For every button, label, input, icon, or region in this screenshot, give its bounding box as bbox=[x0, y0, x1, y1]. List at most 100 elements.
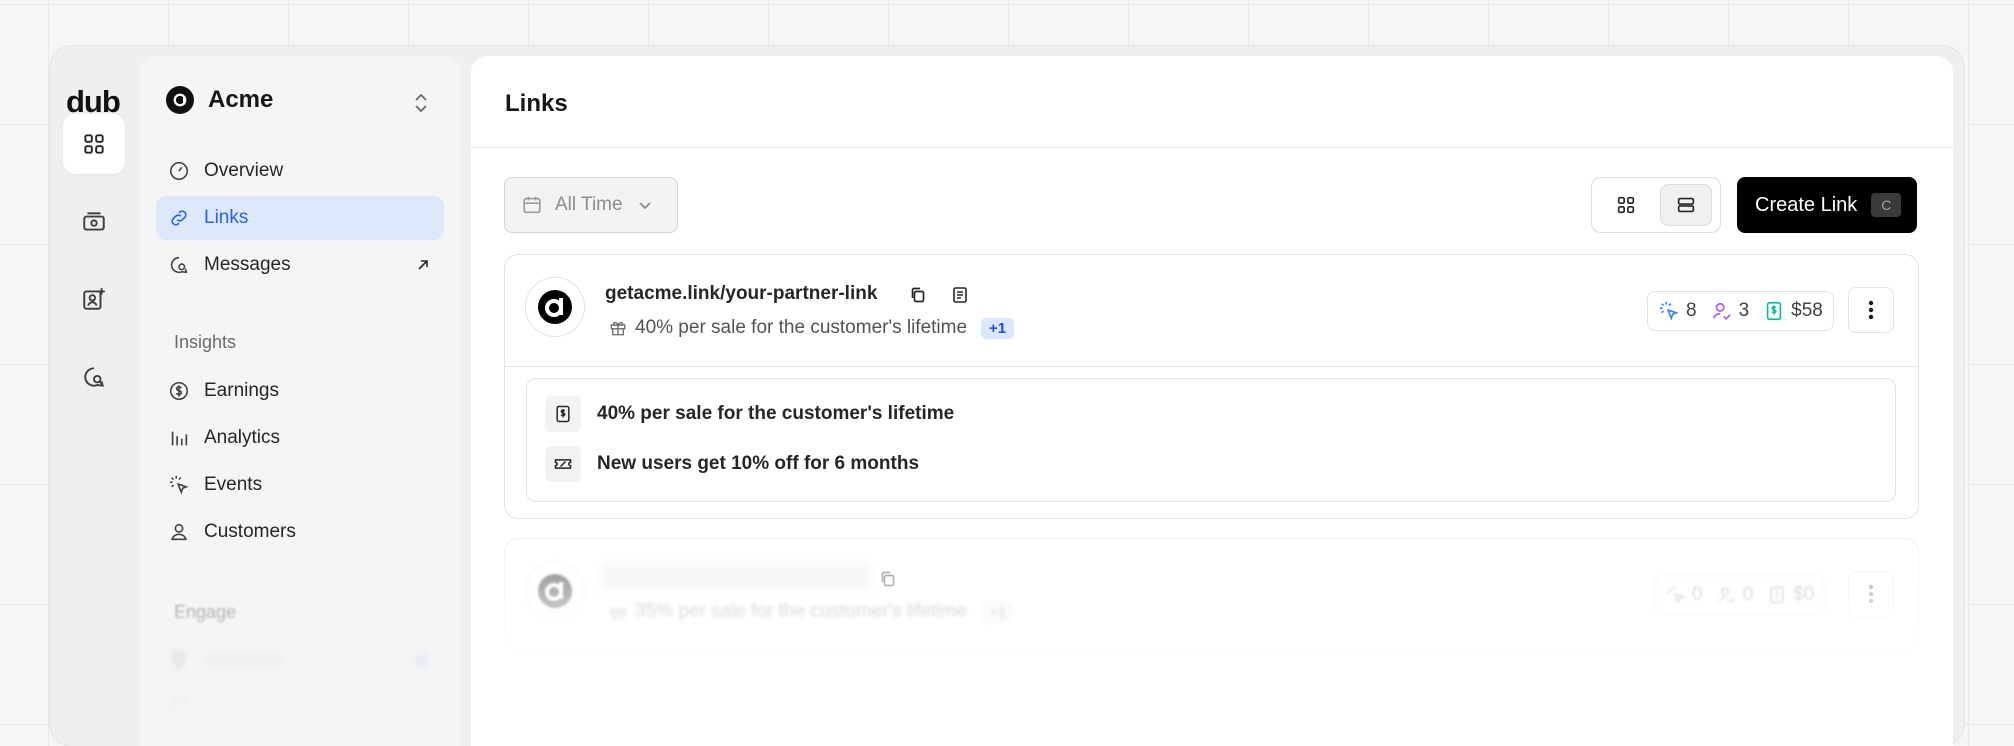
link-icon bbox=[171, 210, 187, 226]
link-stats[interactable]: 0 0 $0 bbox=[1655, 575, 1826, 615]
rail-messages-button[interactable] bbox=[63, 347, 125, 407]
receipt-dollar-icon bbox=[1770, 586, 1784, 604]
reward-row: New users get 10% off for 6 months bbox=[545, 446, 919, 482]
header-divider bbox=[471, 147, 1953, 148]
rail-links-button[interactable] bbox=[63, 114, 125, 174]
acme-logo-icon bbox=[538, 290, 572, 324]
gift-icon bbox=[610, 321, 626, 336]
reward-summary-text: 40% per sale for the customer's lifetime bbox=[635, 317, 968, 338]
sidebar-item-customers[interactable]: Customers bbox=[156, 510, 444, 554]
arrow-up-right-icon bbox=[418, 260, 428, 270]
calendar-icon bbox=[523, 196, 541, 214]
copy-icon[interactable] bbox=[879, 570, 897, 588]
link-card[interactable]: 35% per sale for the customer's lifetime… bbox=[504, 538, 1919, 650]
more-options-button[interactable] bbox=[1848, 287, 1894, 333]
create-link-button[interactable]: Create Link C bbox=[1737, 177, 1917, 233]
reward-summary: 40% per sale for the customer's lifetime… bbox=[609, 317, 1015, 339]
cursor-rays-icon bbox=[1659, 301, 1679, 321]
receipt-dollar-icon bbox=[556, 405, 570, 423]
sales-value: $58 bbox=[1791, 300, 1823, 321]
grid-view-button[interactable] bbox=[1600, 184, 1652, 226]
icon-rail: dub bbox=[50, 46, 140, 746]
sales-stat: $58 bbox=[1763, 300, 1823, 322]
view-toggle bbox=[1591, 177, 1721, 233]
rail-payouts-button[interactable] bbox=[63, 192, 125, 252]
sidebar-item-resources[interactable] bbox=[156, 684, 444, 728]
short-link-url[interactable] bbox=[601, 565, 871, 596]
sidebar-item-earnings[interactable]: Earnings bbox=[156, 369, 444, 413]
leads-value: 0 bbox=[1742, 584, 1754, 605]
date-filter-label: All Time bbox=[555, 194, 623, 215]
clicks-stat: 8 bbox=[1658, 300, 1697, 322]
link-avatar bbox=[525, 561, 585, 621]
workspace-avatar bbox=[166, 86, 194, 114]
receipt-dollar-icon bbox=[1766, 301, 1782, 321]
extra-rewards-badge[interactable]: +1 bbox=[981, 601, 1015, 623]
acme-logo-icon bbox=[538, 574, 572, 608]
grid-icon bbox=[84, 134, 104, 154]
card-divider bbox=[505, 366, 1918, 367]
chat-search-icon bbox=[170, 256, 188, 274]
extra-rewards-badge[interactable]: +1 bbox=[981, 317, 1015, 339]
short-link-url[interactable]: getacme.link/your-partner-link bbox=[605, 283, 877, 305]
link-card[interactable]: getacme.link/your-partner-link 40% per s… bbox=[504, 254, 1919, 519]
app-window: dub Acme Overview Links Messages Insight… bbox=[50, 46, 1964, 746]
contact-plus-icon bbox=[83, 288, 105, 310]
sidebar-item-label: Messages bbox=[204, 254, 291, 275]
date-filter-button[interactable]: All Time bbox=[504, 177, 678, 233]
workspace-switcher[interactable]: Acme bbox=[166, 86, 273, 114]
link-stats[interactable]: 8 3 $58 bbox=[1647, 291, 1834, 331]
cursor-rays-icon bbox=[1667, 586, 1685, 604]
book-icon bbox=[171, 697, 187, 715]
leads-value: 3 bbox=[1738, 300, 1750, 321]
reward-summary-text: 35% per sale for the customer's lifetime bbox=[635, 601, 968, 622]
gauge-icon bbox=[169, 161, 189, 181]
document-icon[interactable] bbox=[951, 286, 969, 304]
dollar-circle-icon bbox=[169, 381, 189, 401]
reward-icon-box bbox=[545, 446, 581, 482]
cursor-rays-icon bbox=[169, 475, 189, 495]
rows-icon bbox=[1677, 197, 1695, 213]
section-insights-title: Insights bbox=[174, 332, 237, 352]
sales-stat: $0 bbox=[1767, 584, 1814, 606]
page-title: Links bbox=[505, 90, 568, 117]
sidebar: Acme Overview Links Messages Insights Ea… bbox=[140, 56, 460, 746]
rewards-details: 40% per sale for the customer's lifetime… bbox=[526, 378, 1896, 502]
chevron-up-down-icon[interactable] bbox=[412, 92, 430, 114]
keyboard-shortcut-badge: C bbox=[1871, 193, 1902, 217]
sidebar-item-analytics[interactable]: Analytics bbox=[156, 416, 444, 460]
copy-icon[interactable] bbox=[909, 286, 927, 304]
chevron-down-icon bbox=[638, 202, 651, 210]
gift-icon bbox=[610, 608, 626, 620]
rows-view-button[interactable] bbox=[1660, 184, 1712, 226]
reward-text: New users get 10% off for 6 months bbox=[597, 453, 920, 474]
sidebar-item-overview[interactable]: Overview bbox=[156, 149, 444, 193]
reward-row: 40% per sale for the customer's lifetime bbox=[545, 396, 954, 432]
discount-ticket-icon bbox=[554, 459, 572, 469]
user-check-icon bbox=[1712, 302, 1731, 320]
section-engage-title: Engage bbox=[174, 602, 237, 622]
sidebar-item-links[interactable]: Links bbox=[156, 196, 444, 240]
sales-value: $0 bbox=[1793, 584, 1815, 605]
main-panel: Links All Time Create Link C getacme.lin… bbox=[471, 56, 1953, 746]
sidebar-item-label: Analytics bbox=[204, 427, 281, 448]
leads-stat: 3 bbox=[1711, 300, 1750, 322]
sidebar-item-label: Events bbox=[204, 474, 263, 495]
rail-profile-button[interactable] bbox=[63, 269, 125, 329]
leads-stat: 0 bbox=[1717, 584, 1754, 606]
sidebar-item-bounties[interactable] bbox=[156, 639, 444, 683]
more-options-button[interactable] bbox=[1848, 571, 1894, 617]
reward-icon-box bbox=[545, 396, 581, 432]
reward-text: 40% per sale for the customer's lifetime bbox=[597, 403, 955, 424]
chat-search-icon bbox=[84, 367, 104, 387]
kebab-menu-icon bbox=[1868, 300, 1874, 320]
cash-icon bbox=[83, 212, 105, 231]
sidebar-item-label: Links bbox=[204, 207, 249, 228]
sidebar-item-events[interactable]: Events bbox=[156, 463, 444, 507]
sidebar-item-label: Overview bbox=[204, 160, 284, 181]
sidebar-item-label: Customers bbox=[204, 521, 296, 542]
clicks-value: 0 bbox=[1692, 584, 1703, 605]
create-link-label: Create Link bbox=[1755, 193, 1858, 216]
acme-logo-icon bbox=[173, 93, 187, 107]
sidebar-item-messages[interactable]: Messages bbox=[156, 243, 444, 287]
